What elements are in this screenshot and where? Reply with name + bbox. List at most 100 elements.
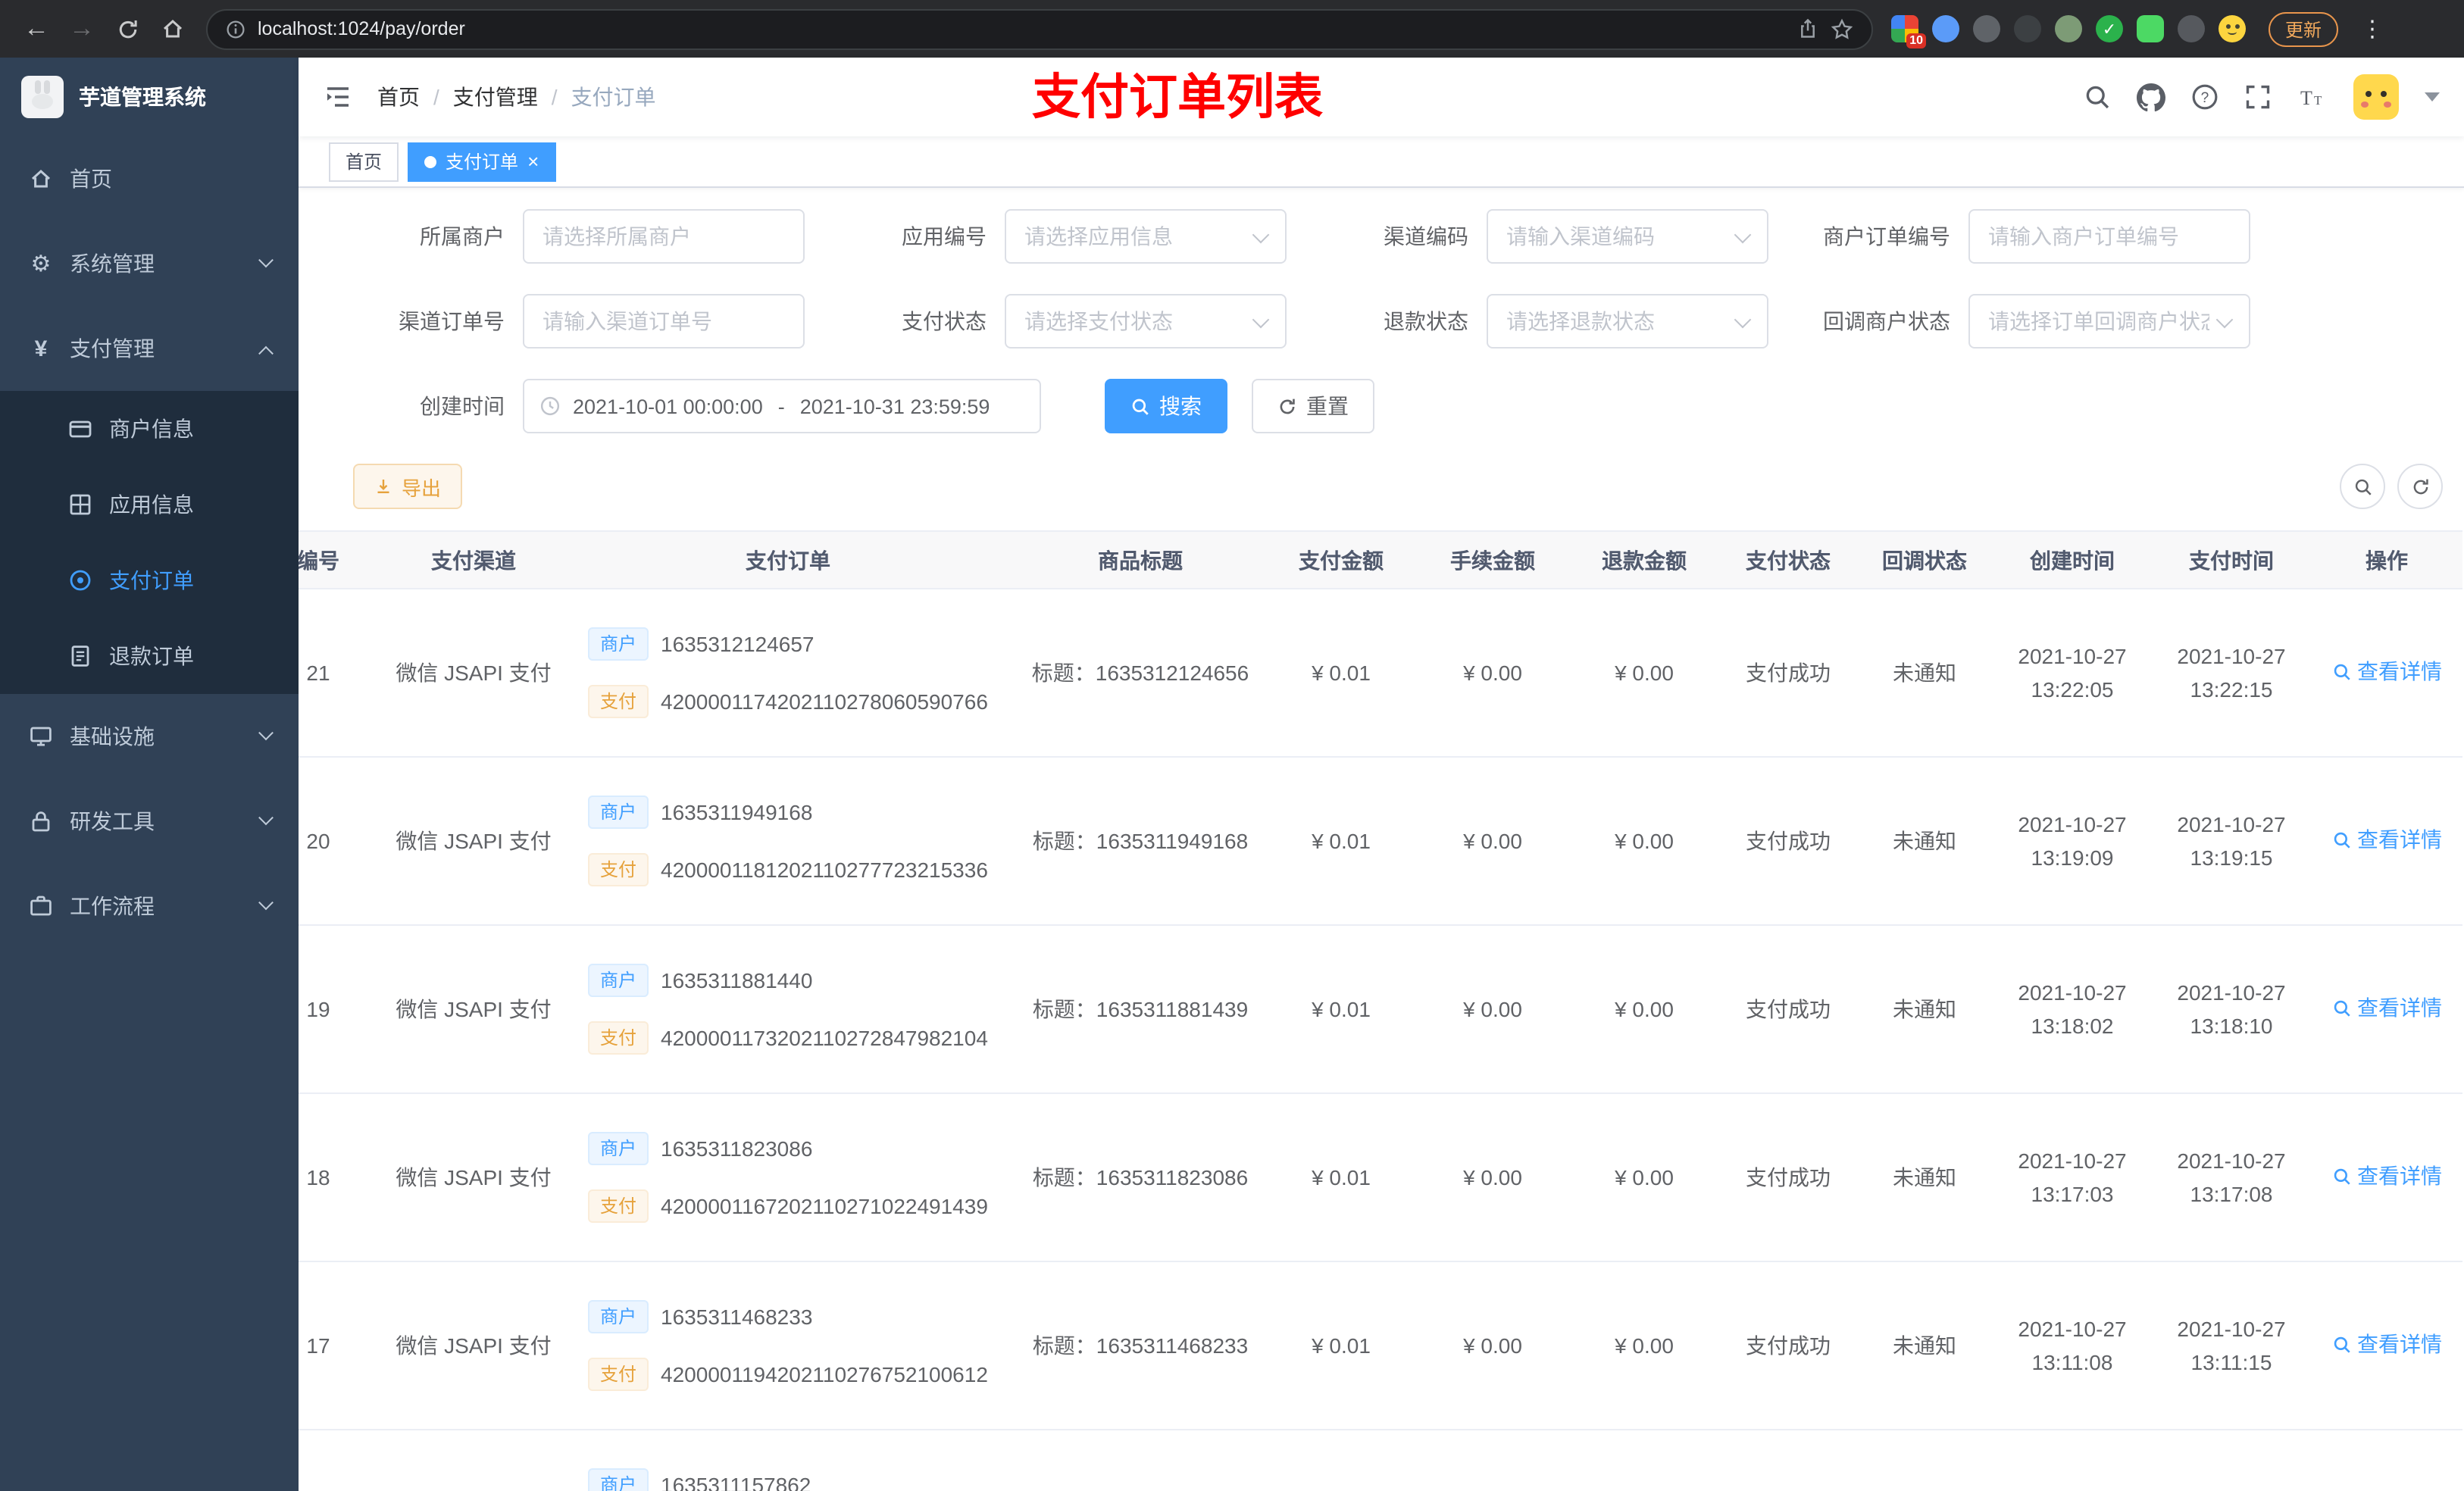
page-content: 所属商户 应用编号 渠道编码 (299, 188, 2464, 1491)
toggle-search-button[interactable] (2340, 464, 2385, 509)
pay-amount-cell: ¥ 0.01 (1265, 757, 1417, 926)
filter-channel-order-no: 渠道订单号 (353, 294, 805, 349)
sidebar-item-workflow[interactable]: 工作流程 (0, 864, 299, 949)
filter-form: 所属商户 应用编号 渠道编码 (299, 188, 2464, 433)
sidebar-item-dev-tools[interactable]: 研发工具 (0, 779, 299, 864)
breadcrumb-home[interactable]: 首页 (377, 82, 420, 112)
date-range-picker[interactable]: 2021-10-01 00:00:00 - 2021-10-31 23:59:5… (523, 379, 1041, 433)
extension-chat-icon[interactable] (2137, 15, 2164, 42)
table-row: 18 微信 JSAPI 支付 商户 1635311823086 支付 42000… (299, 1093, 2462, 1262)
sidebar-toggle-icon[interactable] (323, 82, 353, 112)
filter-notify-status: 回调商户状态 (1799, 294, 2250, 349)
refund-status-select[interactable] (1487, 294, 1768, 349)
github-icon[interactable] (2137, 83, 2165, 111)
app-select[interactable] (1005, 209, 1287, 264)
filter-pay-status: 支付状态 (835, 294, 1287, 349)
chevron-down-icon (258, 724, 274, 740)
pay-status-select[interactable] (1005, 294, 1287, 349)
app-logo[interactable]: 芋道管理系统 (0, 58, 299, 136)
url-text[interactable]: localhost:1024/pay/order (258, 18, 465, 39)
extensions-area: 10 ✓ 更新 ⋮ (1891, 11, 2384, 48)
tab-close-icon[interactable]: × (527, 152, 539, 171)
sidebar-item-app-info[interactable]: 应用信息 (0, 467, 299, 542)
refresh-table-button[interactable] (2397, 464, 2443, 509)
merchant-select[interactable] (523, 209, 805, 264)
browser-home-button[interactable] (152, 8, 194, 50)
pay-time-cell (2152, 1430, 2311, 1491)
reset-button[interactable]: 重置 (1252, 379, 1374, 433)
view-detail-link[interactable]: 查看详情 (2331, 655, 2442, 689)
refund-amount-cell: ¥ 0.00 (1568, 1093, 1720, 1262)
order-id-cell: 21 (299, 589, 386, 758)
share-icon[interactable] (1797, 18, 1818, 39)
merchant-order-no-input[interactable] (1968, 209, 2250, 264)
view-detail-link[interactable]: 查看详情 (2331, 1160, 2442, 1193)
emoji-extension-icon[interactable] (2219, 15, 2246, 42)
sidebar-item-label: 工作流程 (70, 894, 155, 918)
column-header: 支付时间 (2152, 530, 2311, 589)
notify-status-select[interactable] (1968, 294, 2250, 349)
view-detail-link[interactable]: 查看详情 (2331, 1328, 2442, 1361)
channel-order-no-input[interactable] (523, 294, 805, 349)
sidebar-item-merchant-info[interactable]: 商户信息 (0, 391, 299, 467)
fee-amount-cell: ¥ 0.00 (1417, 1093, 1568, 1262)
site-info-icon[interactable] (226, 19, 245, 39)
sidebar-item-payment[interactable]: ¥ 支付管理 (0, 306, 299, 391)
tab-pay-order[interactable]: 支付订单 × (408, 142, 556, 181)
pay-channel-cell: 微信 JSAPI 支付 (386, 925, 561, 1094)
sidebar-item-system[interactable]: ⚙ 系统管理 (0, 221, 299, 306)
fullscreen-icon[interactable] (2244, 83, 2272, 111)
extension-grid-icon[interactable]: 10 (1891, 15, 1926, 48)
refund-amount-cell: ¥ 0.00 (1568, 1261, 1720, 1430)
export-button[interactable]: 导出 (353, 464, 463, 509)
pay-tag: 支付 (588, 1189, 649, 1223)
gear-icon: ⚙ (30, 252, 52, 277)
extension-drop-icon[interactable] (1932, 15, 1959, 42)
font-size-icon[interactable]: TT (2297, 83, 2328, 111)
breadcrumb-pay-manage[interactable]: 支付管理 (453, 82, 538, 112)
address-bar[interactable]: localhost:1024/pay/order (206, 8, 1873, 49)
pay-status-cell: 支付成功 (1720, 757, 1856, 926)
date-separator: - (777, 395, 785, 417)
bookmark-star-icon[interactable] (1831, 17, 1853, 40)
help-icon[interactable]: ? (2191, 83, 2219, 111)
browser-back-button[interactable]: ← (15, 8, 58, 50)
breadcrumb-separator: / (433, 85, 439, 109)
date-end[interactable]: 2021-10-31 23:59:59 (800, 395, 990, 417)
extension-check-icon[interactable]: ✓ (2096, 15, 2123, 42)
pay-amount-cell (1265, 1430, 1417, 1491)
user-avatar[interactable] (2353, 74, 2399, 120)
channel-code-select[interactable] (1487, 209, 1768, 264)
avatar-caret-icon[interactable] (2425, 92, 2440, 102)
sidebar-item-home[interactable]: 首页 (0, 136, 299, 221)
pay-order-cell: 商户 1635311881440 支付 42000011732021102728… (561, 925, 1015, 1094)
circle-dot-icon (67, 568, 94, 592)
sidebar-item-pay-order[interactable]: 支付订单 (0, 542, 299, 618)
date-start[interactable]: 2021-10-01 00:00:00 (573, 395, 763, 417)
sidebar-item-label: 商户信息 (109, 417, 194, 441)
pay-amount-cell: ¥ 0.01 (1265, 925, 1417, 1094)
filter-app: 应用编号 (835, 209, 1287, 264)
browser-menu-icon[interactable]: ⋮ (2361, 15, 2384, 42)
browser-forward-button[interactable]: → (61, 8, 103, 50)
table-row: 19 微信 JSAPI 支付 商户 1635311881440 支付 42000… (299, 925, 2462, 1094)
sidebar-item-infrastructure[interactable]: 基础设施 (0, 694, 299, 779)
extension-dark2-icon[interactable] (2014, 15, 2041, 42)
search-icon[interactable] (2084, 83, 2111, 111)
filter-label: 渠道编码 (1384, 224, 1468, 248)
extension-olive-icon[interactable] (2055, 15, 2082, 42)
view-detail-link[interactable]: 查看详情 (2331, 992, 2442, 1025)
tab-home[interactable]: 首页 (329, 142, 399, 181)
extension-dark-icon[interactable] (1973, 15, 2000, 42)
search-button[interactable]: 搜索 (1105, 379, 1227, 433)
channel-order-no: 4200001173202110272847982104 (661, 1026, 988, 1050)
extension-pin-icon[interactable] (2178, 15, 2205, 42)
browser-toolbar: ← → localhost:1024/pay/order 10 ✓ 更新 ⋮ (0, 0, 2464, 58)
sidebar-item-refund-order[interactable]: 退款订单 (0, 618, 299, 694)
sidebar-item-label: 研发工具 (70, 809, 155, 833)
channel-order-no: 4200001194202110276752100612 (661, 1362, 988, 1386)
browser-update-button[interactable]: 更新 (2269, 11, 2339, 46)
fee-amount-cell: ¥ 0.00 (1417, 589, 1568, 758)
view-detail-link[interactable]: 查看详情 (2331, 824, 2442, 857)
browser-refresh-button[interactable] (106, 8, 149, 50)
